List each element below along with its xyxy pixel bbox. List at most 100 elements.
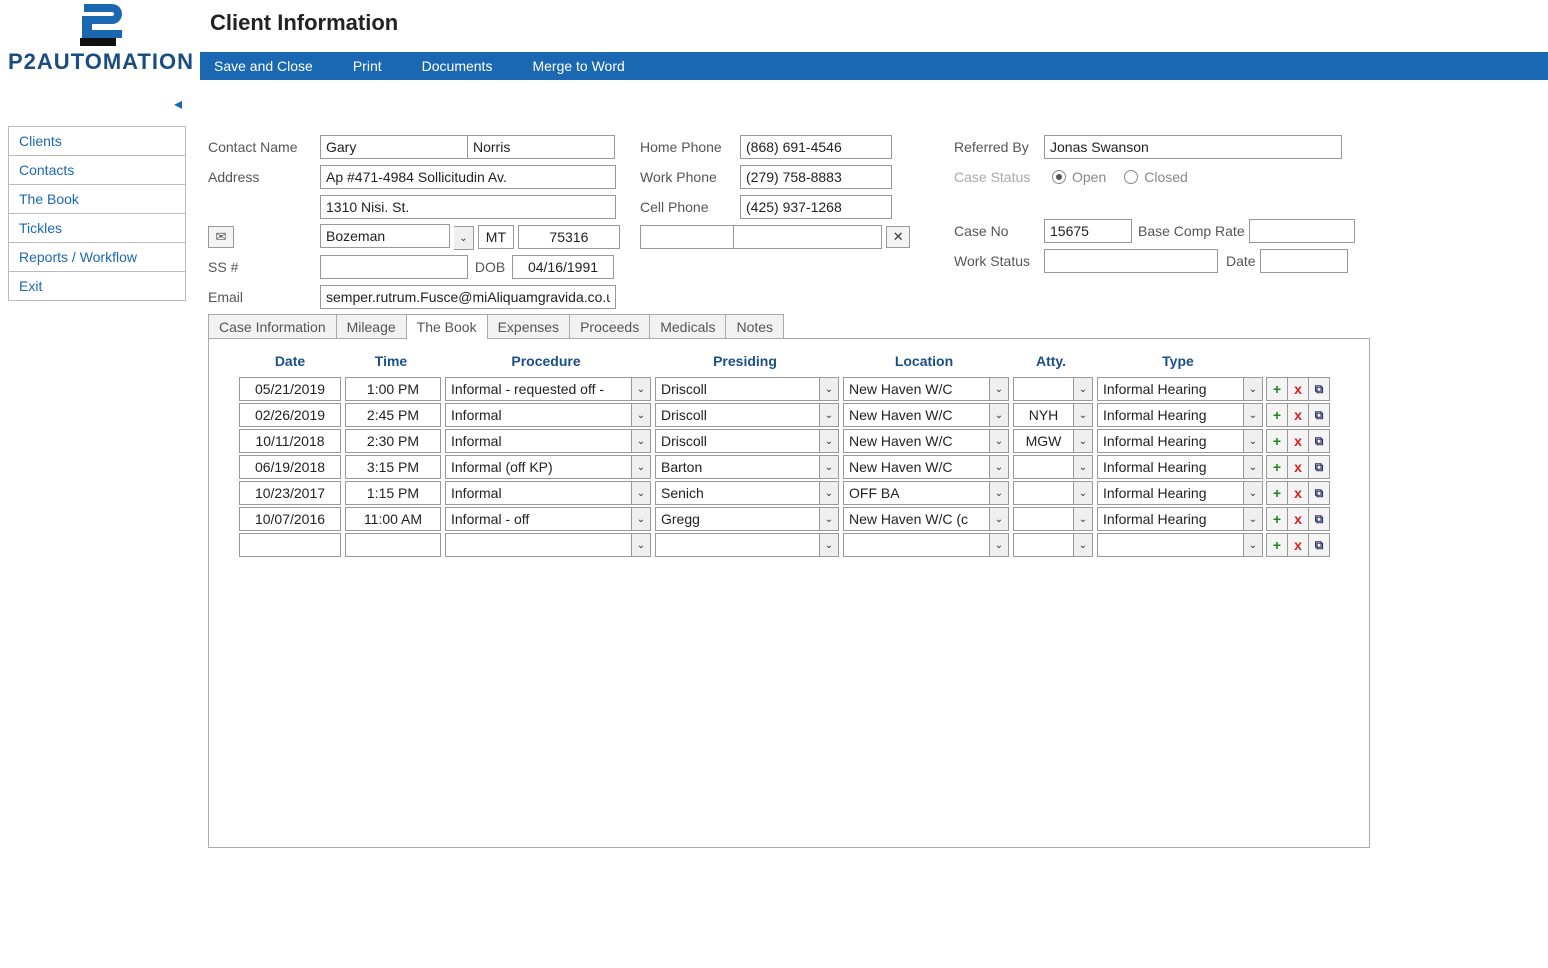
dropdown-icon[interactable]: ⌄ [1073, 533, 1093, 557]
dropdown-icon[interactable]: ⌄ [631, 533, 651, 557]
grid-cell[interactable]: Informal Hearing [1097, 507, 1243, 531]
work-status-date-input[interactable] [1260, 249, 1348, 273]
dropdown-icon[interactable]: ⌄ [1243, 455, 1263, 479]
dropdown-icon[interactable]: ⌄ [1243, 481, 1263, 505]
grid-cell[interactable]: Informal Hearing [1097, 403, 1243, 427]
dropdown-icon[interactable]: ⌄ [819, 481, 839, 505]
add-row-button[interactable]: + [1266, 455, 1288, 479]
grid-cell[interactable]: 06/19/2018 [239, 455, 341, 479]
dropdown-icon[interactable]: ⌄ [989, 507, 1009, 531]
delete-row-button[interactable]: x [1287, 533, 1309, 557]
dropdown-icon[interactable]: ⌄ [1073, 455, 1093, 479]
grid-cell[interactable] [843, 533, 989, 557]
copy-row-button[interactable]: ⧉ [1308, 403, 1330, 427]
collapse-sidebar-icon[interactable]: ◂ [174, 94, 182, 114]
dropdown-icon[interactable]: ⌄ [1243, 507, 1263, 531]
grid-cell[interactable] [1013, 455, 1073, 479]
tab-notes[interactable]: Notes [725, 314, 784, 339]
address1-input[interactable] [320, 165, 616, 189]
grid-cell[interactable]: New Haven W/C [843, 455, 989, 479]
copy-row-button[interactable]: ⧉ [1308, 507, 1330, 531]
state-input[interactable] [478, 225, 514, 249]
dropdown-icon[interactable]: ⌄ [1243, 403, 1263, 427]
grid-cell[interactable]: Informal [445, 481, 631, 505]
first-name-input[interactable] [320, 135, 468, 159]
documents-button[interactable]: Documents [422, 58, 493, 74]
work-phone-input[interactable] [740, 165, 892, 189]
clear-phone-icon[interactable]: ✕ [886, 226, 910, 248]
grid-cell[interactable]: New Haven W/C [843, 429, 989, 453]
grid-cell[interactable] [345, 533, 441, 557]
dropdown-icon[interactable]: ⌄ [989, 481, 1009, 505]
base-comp-rate-input[interactable] [1249, 219, 1355, 243]
dropdown-icon[interactable]: ⌄ [1243, 429, 1263, 453]
tab-expenses[interactable]: Expenses [487, 314, 570, 339]
grid-cell[interactable]: Senich [655, 481, 819, 505]
add-row-button[interactable]: + [1266, 403, 1288, 427]
dropdown-icon[interactable]: ⌄ [819, 455, 839, 479]
dropdown-icon[interactable]: ⌄ [989, 377, 1009, 401]
grid-cell[interactable]: Informal Hearing [1097, 455, 1243, 479]
delete-row-button[interactable]: x [1287, 403, 1309, 427]
grid-cell[interactable]: 05/21/2019 [239, 377, 341, 401]
grid-cell[interactable]: Informal [445, 429, 631, 453]
grid-cell[interactable] [445, 533, 631, 557]
grid-cell[interactable]: Driscoll [655, 377, 819, 401]
grid-cell[interactable]: Driscoll [655, 403, 819, 427]
sidebar-item-contacts[interactable]: Contacts [8, 155, 186, 185]
delete-row-button[interactable]: x [1287, 507, 1309, 531]
dropdown-icon[interactable]: ⌄ [631, 481, 651, 505]
grid-cell[interactable] [655, 533, 819, 557]
dropdown-icon[interactable]: ⌄ [1073, 507, 1093, 531]
dropdown-icon[interactable]: ⌄ [989, 455, 1009, 479]
dropdown-icon[interactable]: ⌄ [1243, 377, 1263, 401]
grid-cell[interactable]: NYH [1013, 403, 1073, 427]
sidebar-item-reports-workflow[interactable]: Reports / Workflow [8, 242, 186, 272]
tab-the-book[interactable]: The Book [406, 314, 488, 339]
grid-cell[interactable] [1013, 533, 1073, 557]
delete-row-button[interactable]: x [1287, 429, 1309, 453]
zip-input[interactable] [518, 225, 620, 249]
grid-cell[interactable]: MGW [1013, 429, 1073, 453]
email-input[interactable] [320, 285, 616, 309]
grid-cell[interactable]: 2:45 PM [345, 403, 441, 427]
city-input[interactable] [320, 224, 450, 248]
grid-cell[interactable]: 10/11/2018 [239, 429, 341, 453]
grid-cell[interactable]: OFF BA [843, 481, 989, 505]
sidebar-item-tickles[interactable]: Tickles [8, 213, 186, 243]
radio-closed[interactable]: Closed [1124, 169, 1188, 185]
add-row-button[interactable]: + [1266, 429, 1288, 453]
dropdown-icon[interactable]: ⌄ [1073, 403, 1093, 427]
city-dropdown-icon[interactable]: ⌄ [454, 226, 474, 250]
grid-cell[interactable]: 02/26/2019 [239, 403, 341, 427]
grid-cell[interactable]: Gregg [655, 507, 819, 531]
case-no-input[interactable] [1044, 219, 1132, 243]
dropdown-icon[interactable]: ⌄ [989, 429, 1009, 453]
add-row-button[interactable]: + [1266, 377, 1288, 401]
dropdown-icon[interactable]: ⌄ [631, 507, 651, 531]
tab-case-information[interactable]: Case Information [208, 314, 337, 339]
grid-cell[interactable]: Informal Hearing [1097, 429, 1243, 453]
copy-row-button[interactable]: ⧉ [1308, 429, 1330, 453]
delete-row-button[interactable]: x [1287, 481, 1309, 505]
add-row-button[interactable]: + [1266, 481, 1288, 505]
dropdown-icon[interactable]: ⌄ [631, 377, 651, 401]
copy-row-button[interactable]: ⧉ [1308, 377, 1330, 401]
sidebar-item-exit[interactable]: Exit [8, 271, 186, 301]
grid-cell[interactable]: 10/23/2017 [239, 481, 341, 505]
phone4-input[interactable] [730, 225, 882, 249]
grid-cell[interactable]: Informal [445, 403, 631, 427]
grid-cell[interactable]: New Haven W/C [843, 377, 989, 401]
tab-mileage[interactable]: Mileage [336, 314, 407, 339]
grid-cell[interactable] [1013, 481, 1073, 505]
merge-word-button[interactable]: Merge to Word [532, 58, 624, 74]
dropdown-icon[interactable]: ⌄ [1073, 377, 1093, 401]
grid-cell[interactable]: Informal - off [445, 507, 631, 531]
dropdown-icon[interactable]: ⌄ [1243, 533, 1263, 557]
dropdown-icon[interactable]: ⌄ [819, 507, 839, 531]
sidebar-item-the-book[interactable]: The Book [8, 184, 186, 214]
grid-cell[interactable] [1013, 377, 1073, 401]
tab-proceeds[interactable]: Proceeds [569, 314, 650, 339]
dob-input[interactable] [512, 255, 614, 279]
grid-cell[interactable]: Informal (off KP) [445, 455, 631, 479]
